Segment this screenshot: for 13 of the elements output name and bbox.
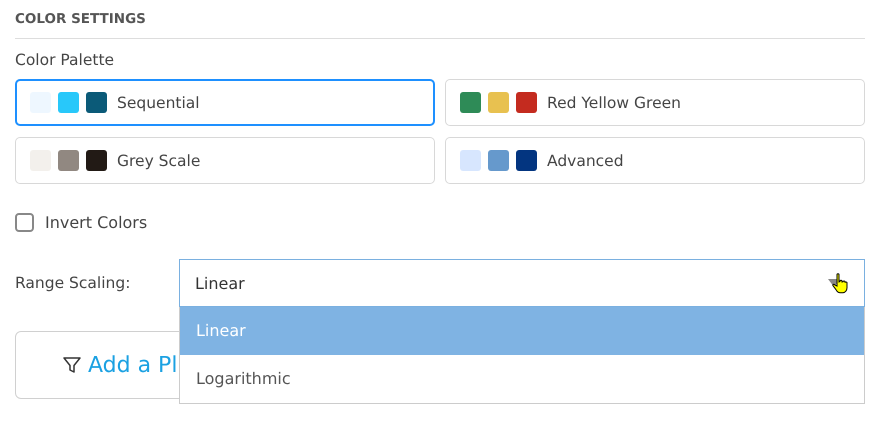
palette-label: Color Palette	[15, 50, 116, 71]
palette-option[interactable]: Grey Scale	[15, 137, 435, 184]
dropdown-option[interactable]: Logarithmic	[180, 355, 864, 403]
dropdown-select[interactable]: Linear	[179, 259, 865, 307]
checkbox[interactable]	[15, 213, 34, 232]
pointer-hand-icon	[832, 273, 848, 295]
checkbox-label: Invert Colors	[45, 213, 148, 232]
palette-option[interactable]: Advanced	[445, 137, 865, 184]
filter-icon	[62, 355, 82, 375]
range-scaling-label: Range Scaling:	[15, 274, 132, 292]
section-title: COLOR SETTINGS	[15, 10, 147, 29]
palette-option[interactable]: Red Yellow Green	[445, 79, 865, 126]
palette-option[interactable]: Sequential	[15, 79, 435, 126]
